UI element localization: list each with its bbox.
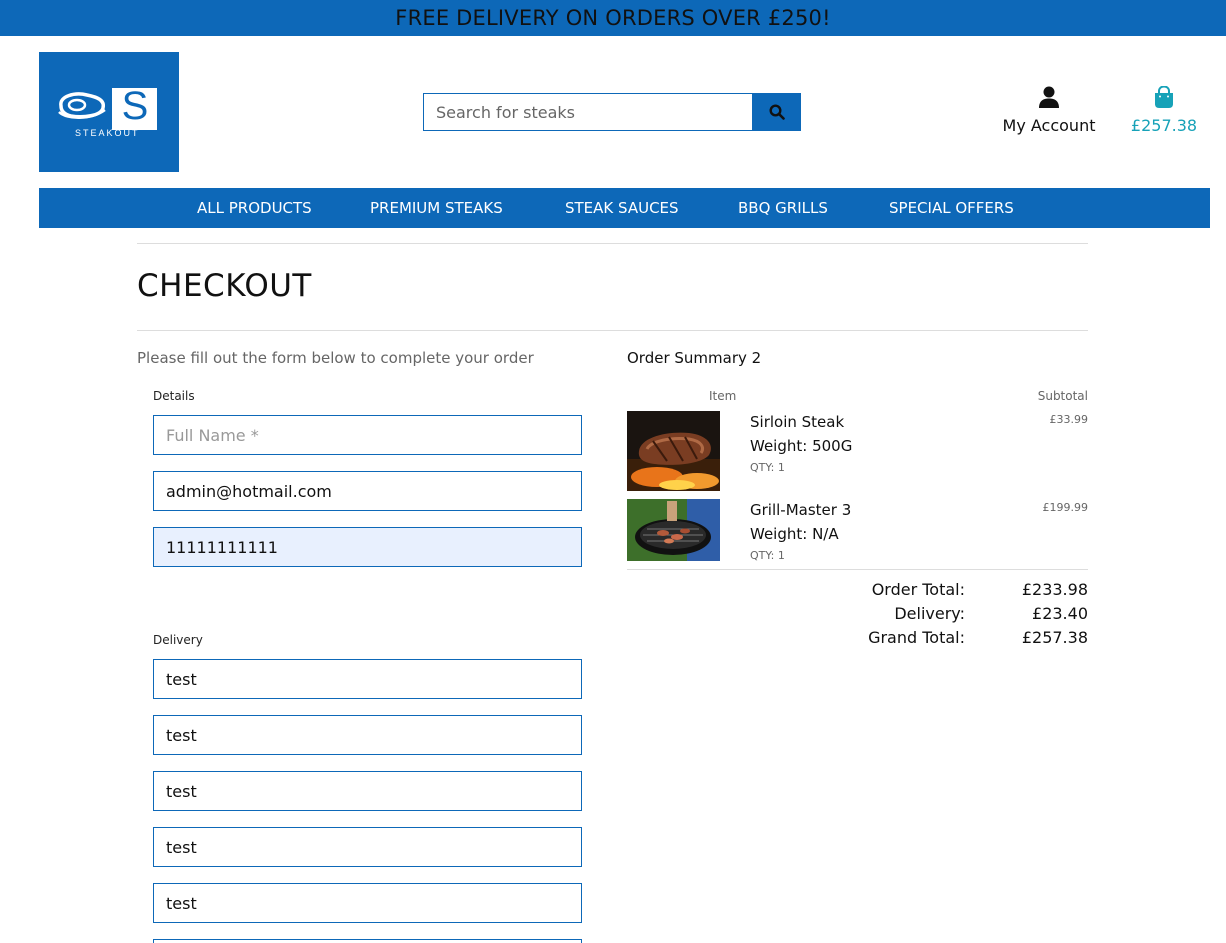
logo-mark xyxy=(58,88,157,130)
cart-item-weight: Weight: N/A xyxy=(750,525,839,543)
full-name-field[interactable] xyxy=(153,415,582,455)
search-bar xyxy=(423,93,801,131)
cart-item-weight: Weight: 500G xyxy=(750,437,853,455)
bag-total: £257.38 xyxy=(1130,116,1198,135)
delivery-field-4[interactable] xyxy=(153,827,582,867)
delivery-field-1[interactable] xyxy=(153,659,582,699)
delivery-field-5[interactable] xyxy=(153,883,582,923)
my-account-link[interactable]: My Account xyxy=(1000,86,1098,135)
phone-field[interactable] xyxy=(153,527,582,567)
delivery-field-3[interactable] xyxy=(153,771,582,811)
delivery-cost-value: £23.40 xyxy=(1032,604,1088,623)
cart-item-name: Grill-Master 3 xyxy=(750,501,852,519)
cart-item-subtotal: £33.99 xyxy=(1049,413,1089,426)
shopping-bag-icon xyxy=(1155,85,1173,108)
page-title: CHECKOUT xyxy=(137,268,312,304)
grand-total-value: £257.38 xyxy=(1021,628,1088,647)
search-input[interactable] xyxy=(423,93,753,131)
nav-special-offers[interactable]: SPECIAL OFFERS xyxy=(889,188,1014,228)
nav-bbq-grills[interactable]: BBQ GRILLS xyxy=(738,188,828,228)
cart-item-qty: QTY: 1 xyxy=(750,461,785,474)
delivery-label: Delivery xyxy=(153,633,203,647)
grand-total-label: Grand Total: xyxy=(868,628,965,647)
nav-steak-sauces[interactable]: STEAK SAUCES xyxy=(565,188,679,228)
shopping-bag-link[interactable]: £257.38 xyxy=(1128,85,1200,135)
delivery-cost-label: Delivery: xyxy=(894,604,965,623)
email-field[interactable] xyxy=(153,471,582,511)
product-image-grill[interactable] xyxy=(627,499,720,561)
column-header-subtotal: Subtotal xyxy=(1037,389,1088,403)
cart-item-qty: QTY: 1 xyxy=(750,549,785,562)
order-summary-title: Order Summary 2 xyxy=(627,349,762,367)
details-label: Details xyxy=(153,389,195,403)
product-image-sirloin[interactable] xyxy=(627,411,720,491)
promo-banner: FREE DELIVERY ON ORDERS OVER £250! xyxy=(0,0,1226,36)
delivery-field-6[interactable] xyxy=(153,939,582,943)
site-logo[interactable]: S STEAKOUT xyxy=(39,52,179,172)
form-intro: Please fill out the form below to comple… xyxy=(137,349,534,367)
divider xyxy=(137,330,1088,331)
nav-premium-steaks[interactable]: PREMIUM STEAKS xyxy=(370,188,503,228)
search-button[interactable] xyxy=(753,93,801,131)
cart-item-subtotal: £199.99 xyxy=(1042,501,1089,514)
delivery-field-2[interactable] xyxy=(153,715,582,755)
order-total-label: Order Total: xyxy=(871,580,965,599)
order-total-value: £233.98 xyxy=(1021,580,1088,599)
my-account-label: My Account xyxy=(1002,116,1096,135)
logo-letter: S xyxy=(121,84,149,128)
divider xyxy=(627,569,1088,570)
main-nav: ALL PRODUCTS PREMIUM STEAKS STEAK SAUCES… xyxy=(39,188,1210,228)
search-icon xyxy=(769,104,785,120)
logo-wordmark: STEAKOUT xyxy=(75,128,140,138)
column-header-item: Item xyxy=(709,389,737,403)
nav-all-products[interactable]: ALL PRODUCTS xyxy=(197,188,312,228)
user-icon xyxy=(1039,86,1059,108)
cart-item-name: Sirloin Steak xyxy=(750,413,845,431)
divider xyxy=(137,243,1088,244)
